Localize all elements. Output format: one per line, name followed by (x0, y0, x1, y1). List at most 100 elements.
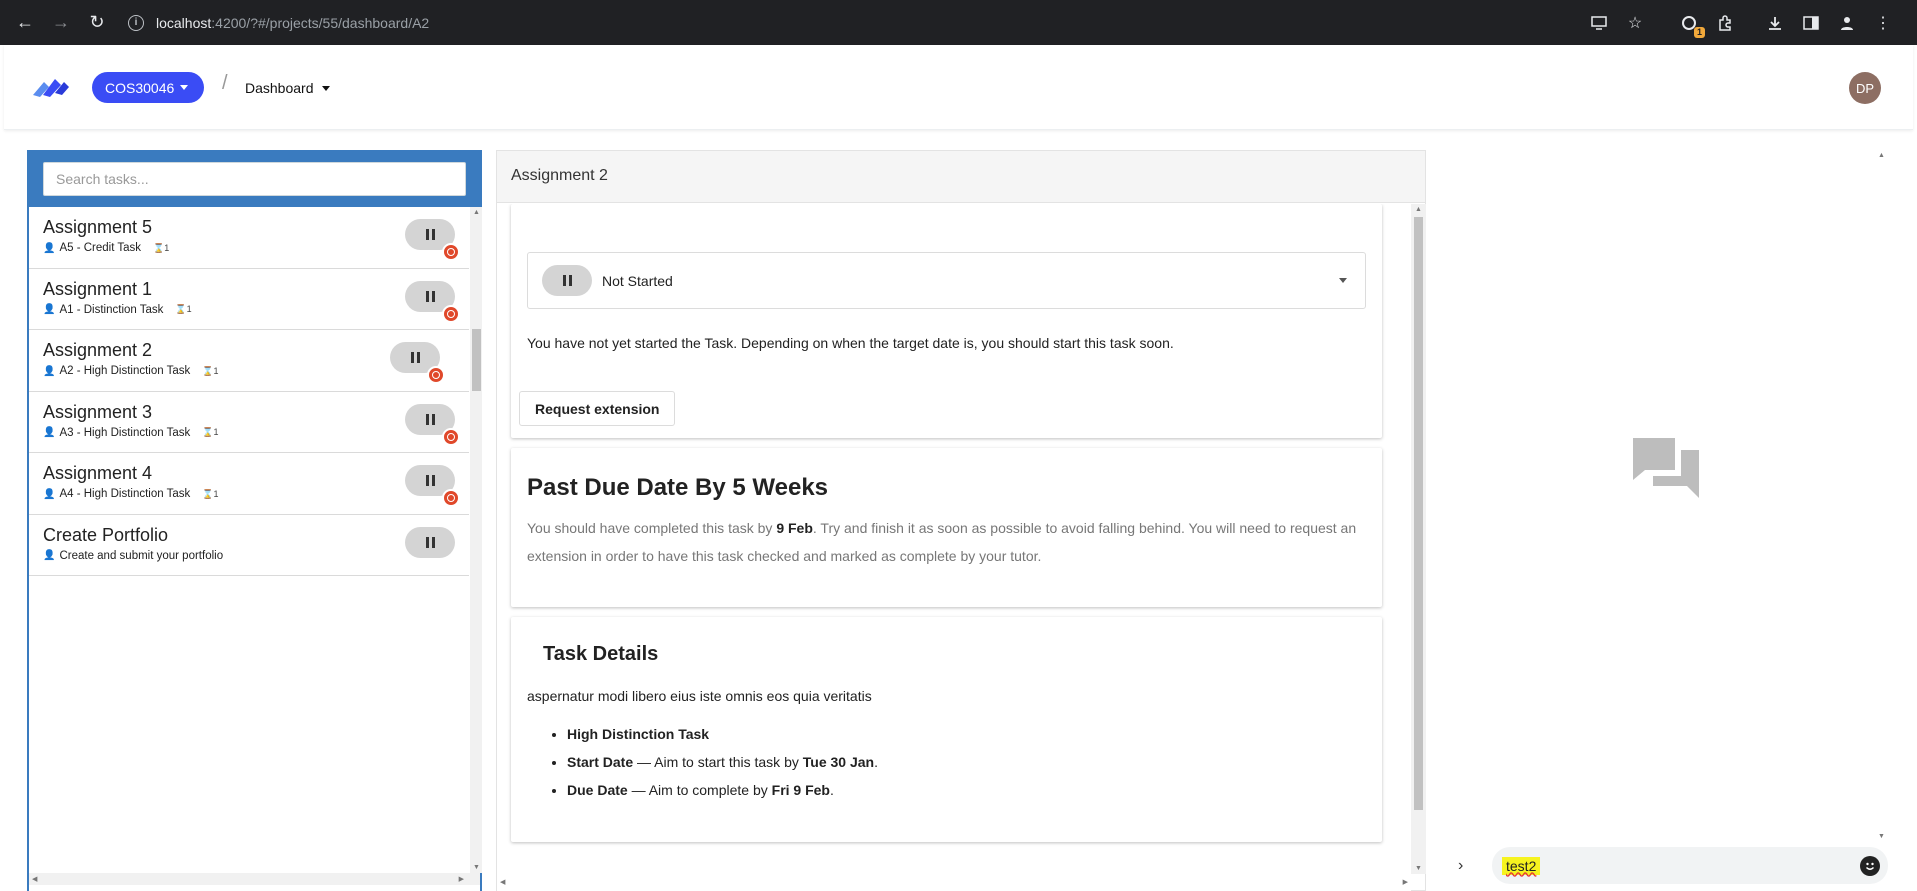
task-list-item[interactable]: Assignment 3 👤 A3 - High Distinction Task ⌛… (29, 392, 469, 453)
task-list-hscrollbar[interactable]: ◀ ▶ (29, 873, 480, 885)
start-date-value: Tue 30 Jan (802, 754, 875, 770)
task-subtitle: 👤 A1 - Distinction Task ⌛1 (43, 304, 469, 316)
task-list-item[interactable]: Assignment 2 👤 A2 - High Distinction Task ⌛… (29, 330, 469, 392)
due-title: Past Due Date By 5 Weeks (527, 474, 829, 501)
task-detail-body: Not Started You have not yet started the… (497, 204, 1411, 874)
app-header: COS30046 / Dashboard DP (4, 45, 1913, 130)
task-status-select[interactable]: Not Started (527, 252, 1366, 309)
task-count: 1 (186, 304, 192, 314)
person-icon: 👤 (43, 488, 56, 500)
task-list: Assignment 5 👤 A5 - Credit Task ⌛1 Assignmen… (29, 207, 469, 863)
list-item: High Distinction Task (567, 720, 1366, 748)
hourglass-icon: ⌛1 (153, 242, 170, 253)
task-detail-title: Assignment 2 (497, 151, 1425, 203)
status-label: Not Started (602, 272, 673, 289)
back-icon[interactable]: ← (9, 7, 41, 39)
task-code: A3 - High Distinction Task (59, 426, 191, 439)
search-input[interactable] (43, 162, 466, 196)
chevron-down-icon (1339, 278, 1347, 283)
extension-icon[interactable]: 1 (1679, 13, 1705, 38)
bookmark-star-icon[interactable]: ☆ (1625, 13, 1645, 33)
task-count: 1 (213, 427, 219, 437)
task-count: 1 (213, 365, 219, 376)
profile-icon[interactable] (1837, 13, 1857, 33)
chat-input-text: test2 (1502, 856, 1541, 875)
status-description: You have not yet started the Task. Depen… (527, 335, 1174, 351)
due-date-value: Fri 9 Feb (771, 782, 830, 798)
task-grade: High Distinction Task (567, 726, 710, 742)
browser-toolbar: ← → ↻ i localhost:4200/?#/projects/55/da… (0, 0, 1917, 45)
task-list-item[interactable]: Assignment 1 👤 A1 - Distinction Task ⌛1 (29, 269, 469, 330)
browser-menu-icon[interactable]: ⋮ (1873, 13, 1893, 33)
task-count: 1 (164, 242, 170, 253)
task-list-item[interactable]: Assignment 5 👤 A5 - Credit Task ⌛1 (29, 207, 469, 269)
person-icon: 👤 (43, 550, 56, 561)
task-details-card: Task Details aspernatur modi libero eius… (511, 617, 1382, 842)
scroll-right-icon[interactable]: ▶ (1403, 878, 1408, 886)
scroll-up-icon[interactable]: ▲ (1415, 206, 1422, 213)
site-info-icon[interactable]: i (128, 14, 144, 31)
start-date-text: — Aim to start this task by (633, 754, 803, 770)
hourglass-icon: ⌛1 (202, 488, 219, 499)
extensions-puzzle-icon[interactable] (1715, 13, 1735, 33)
task-subtitle: 👤 A5 - Credit Task ⌛1 (43, 242, 469, 254)
task-detail-scrollbar[interactable]: ▲ ▼ (1411, 204, 1426, 874)
task-status-pill[interactable] (405, 526, 455, 558)
overdue-clock-icon (442, 304, 460, 323)
task-subtitle: 👤 A4 - High Distinction Task ⌛1 (43, 488, 469, 500)
not-started-icon (542, 265, 592, 296)
chevron-down-icon (321, 85, 330, 91)
task-list-scrollbar[interactable]: ▲ ▼ (470, 207, 482, 873)
due-date-label: Due Date (567, 782, 628, 798)
overdue-clock-icon (442, 427, 460, 446)
scroll-right-icon[interactable]: ▶ (459, 875, 464, 883)
task-list-item[interactable]: Create Portfolio 👤 Create and submit your … (29, 515, 469, 576)
download-icon[interactable] (1765, 13, 1785, 33)
search-bar (29, 152, 480, 207)
due-date-period: . (830, 782, 834, 798)
url-path: :4200/?#/projects/55/dashboard/A2 (211, 14, 430, 31)
task-code: A2 - High Distinction Task (59, 365, 191, 377)
hourglass-icon: ⌛1 (202, 365, 219, 376)
task-detail-panel: Assignment 2 Not Started You have not ye… (496, 150, 1426, 891)
task-subtitle: 👤 A3 - High Distinction Task ⌛1 (43, 427, 469, 439)
address-bar[interactable]: i localhost:4200/?#/projects/55/dashboar… (128, 8, 1568, 37)
task-code: Create and submit your portfolio (59, 549, 224, 562)
task-code: A1 - Distinction Task (59, 303, 164, 316)
install-app-icon[interactable] (1589, 13, 1609, 33)
list-item: Due Date — Aim to complete by Fri 9 Feb. (567, 776, 1366, 804)
scroll-up-icon[interactable]: ▲ (473, 209, 480, 216)
scroll-left-icon[interactable]: ◀ (32, 875, 37, 883)
scroll-left-icon[interactable]: ◀ (500, 878, 505, 886)
unit-selector-button[interactable]: COS30046 (92, 72, 205, 103)
task-list-panel: Assignment 5👤A5 - Credit Task⌛1Assignmen… (27, 150, 482, 891)
scrollbar-thumb[interactable] (1414, 217, 1423, 810)
scroll-down-icon[interactable]: ▼ (1878, 833, 1885, 840)
hourglass-icon: ⌛1 (202, 427, 219, 437)
app-logo-icon[interactable] (31, 73, 71, 99)
view-selector-button[interactable]: Dashboard (245, 80, 330, 96)
scroll-down-icon[interactable]: ▼ (473, 864, 480, 871)
request-extension-button[interactable]: Request extension (519, 391, 676, 426)
task-list-item[interactable]: Assignment 4 👤 A4 - High Distinction Task ⌛… (29, 453, 469, 515)
side-panel-icon[interactable] (1801, 13, 1821, 33)
task-details-heading: Task Details (543, 643, 659, 665)
scroll-down-icon[interactable]: ▼ (1415, 865, 1422, 872)
scrollbar-thumb[interactable] (472, 329, 481, 391)
person-icon: 👤 (43, 365, 56, 377)
scroll-up-icon[interactable]: ▲ (1878, 152, 1885, 159)
view-label: Dashboard (245, 80, 314, 96)
reload-icon[interactable]: ↻ (81, 7, 113, 39)
chevron-right-icon[interactable]: › (1458, 857, 1478, 875)
overdue-clock-icon (442, 489, 460, 507)
task-code: A5 - Credit Task (59, 242, 142, 254)
task-detail-hscrollbar[interactable]: ◀ ▶ (497, 874, 1411, 891)
due-text-before: You should have completed this task by (527, 520, 777, 536)
chat-input[interactable]: test2 (1492, 847, 1888, 884)
forward-icon[interactable]: → (45, 7, 77, 39)
emoji-icon[interactable] (1860, 856, 1880, 876)
app-window: COS30046 / Dashboard DP Assignment 5👤A5 … (4, 45, 1913, 891)
avatar[interactable]: DP (1849, 72, 1881, 104)
chat-panel: ▲ ▼ › test2 (1426, 150, 1913, 891)
start-date-label: Start Date (567, 754, 634, 770)
